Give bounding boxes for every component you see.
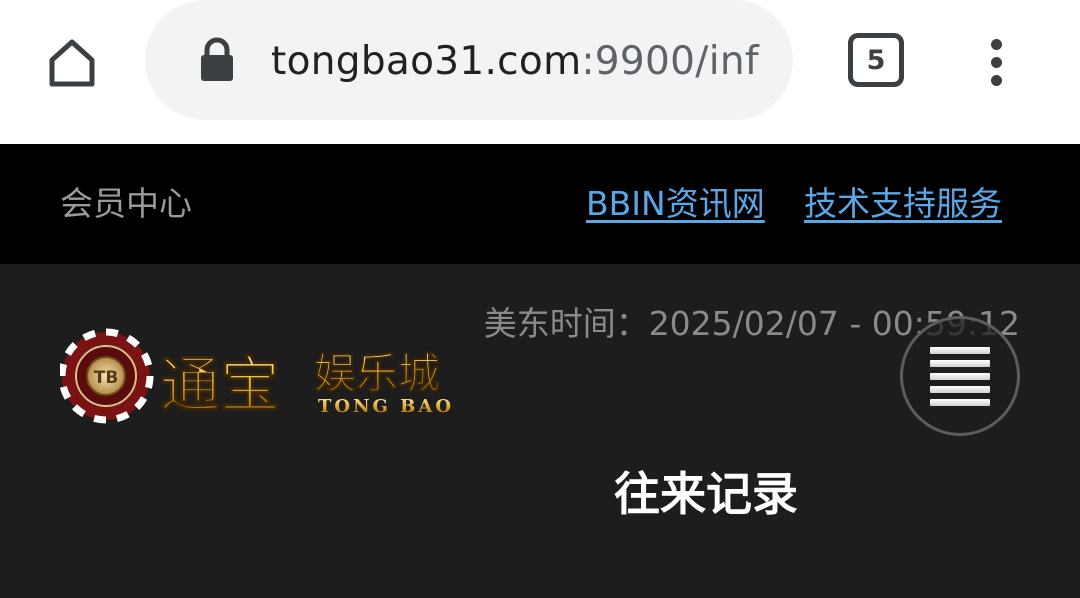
brand-en: TONG BAO: [318, 396, 454, 417]
address-bar[interactable]: tongbao31.com:9900/infe: [145, 0, 793, 120]
bbin-news-link[interactable]: BBIN资讯网: [586, 184, 765, 224]
more-vert-icon[interactable]: [970, 30, 1022, 94]
tech-support-link[interactable]: 技术支持服务: [804, 184, 1002, 224]
url-path: :9900/infe: [581, 39, 761, 84]
url-text[interactable]: tongbao31.com:9900/infe: [271, 34, 761, 90]
brand-cn-big: 通宝: [160, 351, 280, 421]
url-host: tongbao31.com: [271, 39, 582, 84]
tab-switcher-button[interactable]: 5: [848, 33, 904, 87]
brand-logo[interactable]: TB 通宝 娱乐城 TONG BAO: [60, 326, 490, 426]
home-icon: [49, 39, 95, 87]
home-button[interactable]: [40, 30, 104, 94]
brand-cn-small: 娱乐城: [314, 349, 440, 398]
member-center-link[interactable]: 会员中心: [60, 184, 192, 224]
site-top-bar: 会员中心 BBIN资讯网 技术支持服务: [0, 144, 1080, 264]
lock-icon: [201, 37, 233, 81]
chip-icon: TB: [60, 328, 154, 424]
browser-toolbar: tongbao31.com:9900/infe 5: [0, 0, 1080, 144]
site-header: 往来记录 美东时间：2025/02/07 - 00:59:12 TB 通宝 娱乐…: [0, 264, 1080, 598]
page-title: 往来记录: [614, 467, 798, 521]
hamburger-icon[interactable]: [900, 316, 1020, 436]
chip-text: TB: [94, 368, 119, 388]
